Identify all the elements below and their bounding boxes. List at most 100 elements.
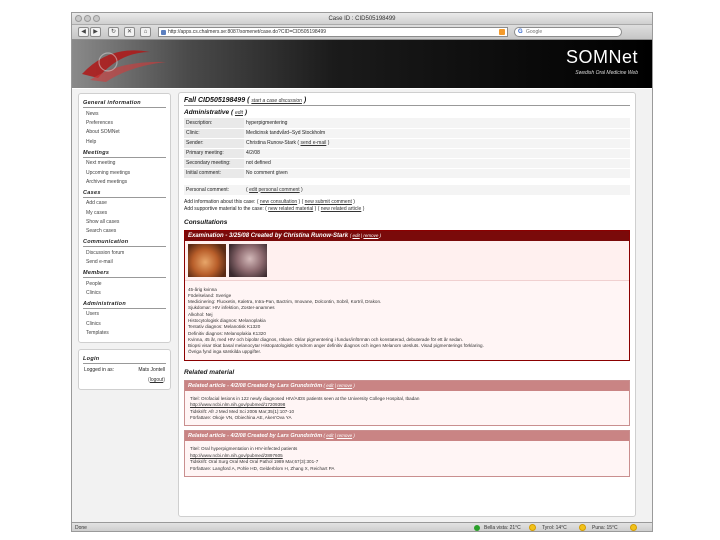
status-bar: Done Bella vista: 21°C Tyrol: 14°C Puna:…: [72, 522, 652, 531]
weather-item: Bella vista: 21°C: [484, 525, 521, 531]
rss-icon[interactable]: [499, 29, 505, 35]
personal-comment-row: Personal comment: ( edit personal commen…: [184, 184, 630, 195]
logged-in-label: Logged in as:: [84, 366, 115, 373]
administrative-table: Description: hyperpigmentering Clinic: Medi…: [184, 118, 630, 179]
article-info-line: Författare: Langford A, Pohle HD, Gelder…: [190, 465, 335, 471]
sidebar-link[interactable]: Next meeting: [83, 159, 166, 168]
browser-window: Case ID : CID505198499 ◀ ▶ ↻ ✕ ⌂ G SOMNe…: [71, 12, 653, 532]
remove-examination-link[interactable]: remove: [363, 233, 378, 238]
somnet-logo-swoosh: [82, 50, 166, 82]
examination-photos: [185, 240, 629, 281]
new-related-article-link[interactable]: new related article: [321, 206, 362, 212]
sidebar-link[interactable]: Upcoming meetings: [83, 168, 166, 177]
related-article: Related article - 4/2/08 Created by Lars…: [184, 430, 630, 478]
sidebar-link[interactable]: Discussion forum: [83, 248, 166, 257]
weather-item: Puna: 15°C: [592, 525, 618, 531]
sidebar-link[interactable]: Show all cases: [83, 217, 166, 226]
field-label: Secondary meeting:: [184, 158, 244, 169]
search-input[interactable]: [526, 28, 616, 36]
sidebar-link[interactable]: Users: [83, 310, 166, 319]
field-value-text: 4/2/08: [246, 150, 260, 156]
connection-status-icon: [474, 525, 480, 531]
new-submit-comment-link[interactable]: new submit comment: [305, 199, 352, 205]
remove-article-link[interactable]: remove: [337, 433, 352, 438]
sidebar-link[interactable]: Search cases: [83, 227, 166, 236]
clinical-photo-thumbnail[interactable]: [188, 243, 226, 277]
sidebar-link[interactable]: News: [83, 109, 166, 118]
sidebar-link[interactable]: About SOMNet: [83, 128, 166, 137]
new-related-material-link[interactable]: new related material: [268, 206, 313, 212]
sidebar-link[interactable]: Add case: [83, 199, 166, 208]
edit-article-link[interactable]: edit: [326, 383, 333, 388]
sidebar-link[interactable]: Templates: [83, 328, 166, 337]
site-brand: SOMNet: [565, 47, 638, 67]
main-content: Fall CID505198499 ( start a case discuss…: [178, 92, 636, 517]
field-value: Medicinsk tandvård–Syd Stockholm: [244, 128, 630, 139]
sidebar-link[interactable]: Archived meetings: [83, 177, 166, 186]
forward-button[interactable]: ▶: [90, 27, 101, 37]
logout-link[interactable]: logout: [150, 377, 164, 383]
stop-button[interactable]: ✕: [124, 27, 135, 37]
related-article-header: Related article - 4/2/08 Created by Lars…: [185, 431, 629, 442]
login-box: Login Logged in as: Mats Jontell (logout…: [78, 348, 171, 390]
examination-text-line: Övriga fynd inga särskilda uppgifter.: [188, 349, 262, 355]
edit-administrative-link[interactable]: edit: [235, 110, 243, 116]
logged-in-row: Logged in as: Mats Jontell: [83, 365, 166, 375]
sun-icon: [579, 524, 586, 531]
table-row: Sender: Christina Runow-Stark ( send e-ma…: [184, 138, 630, 149]
edit-personal-comment-link[interactable]: edit personal comment: [249, 187, 300, 193]
table-row: Primary meeting: 4/2/08: [184, 148, 630, 159]
examination-header: Examination - 3/25/08 Created by Christi…: [185, 230, 629, 241]
examination-text: 45-årig kvinna Födelseland: Sverige Medici…: [185, 280, 629, 360]
field-label: Sender:: [184, 138, 244, 149]
sidebar-link[interactable]: My cases: [83, 208, 166, 217]
field-value: hyperpigmentering: [244, 118, 630, 129]
field-label: Description:: [184, 118, 244, 129]
window-title: Case ID : CID505198499: [328, 16, 396, 22]
sidebar-section-title: Cases: [83, 189, 166, 198]
back-button[interactable]: ◀: [78, 27, 89, 37]
sun-icon: [630, 524, 637, 531]
search-box: G: [514, 27, 622, 37]
sidebar: General information News Preferences About …: [78, 93, 171, 396]
field-value: No comment given: [244, 168, 630, 179]
edit-article-link[interactable]: edit: [326, 433, 333, 438]
personal-comment-label: Personal comment:: [186, 186, 230, 193]
field-value-text: Medicinsk tandvård–Syd Stockholm: [246, 130, 326, 136]
sidebar-link[interactable]: Clinics: [83, 288, 166, 297]
new-consultation-link[interactable]: new consultation: [260, 199, 297, 205]
login-title: Login: [83, 355, 166, 364]
reload-button[interactable]: ↻: [108, 27, 119, 37]
related-articles-list: Related article - 4/2/08 Created by Lars…: [184, 379, 630, 478]
add-info-block: Add information about this case: ( new c…: [184, 199, 630, 213]
sidebar-section-title: Administration: [83, 300, 166, 309]
sidebar-section-title: General information: [83, 99, 166, 108]
table-row: Description: hyperpigmentering: [184, 118, 630, 129]
url-input[interactable]: [168, 28, 498, 36]
status-text: Done: [75, 525, 87, 531]
home-button[interactable]: ⌂: [140, 27, 151, 37]
table-row: Secondary meeting: not defined: [184, 158, 630, 169]
examination-block: Examination - 3/25/08 Created by Christi…: [184, 229, 630, 361]
start-discussion-link[interactable]: start a case discussion: [251, 98, 302, 104]
send-email-link[interactable]: send e-mail: [300, 140, 326, 146]
field-label: Initial comment:: [184, 168, 244, 179]
related-article-header: Related article - 4/2/08 Created by Lars…: [185, 380, 629, 391]
favicon-icon: [161, 30, 166, 35]
edit-examination-link[interactable]: edit: [352, 233, 359, 238]
site-header: SOMNet Swedish Oral Medicine Web: [72, 40, 652, 88]
sidebar-link[interactable]: Preferences: [83, 118, 166, 127]
remove-article-link[interactable]: remove: [337, 383, 352, 388]
field-label: Primary meeting:: [184, 148, 244, 159]
site-tagline: Swedish Oral Medicine Web: [575, 70, 638, 76]
logout-row: (logout): [148, 376, 165, 383]
sidebar-link[interactable]: Send e-mail: [83, 258, 166, 267]
field-label: Clinic:: [184, 128, 244, 139]
sidebar-link[interactable]: People: [83, 279, 166, 288]
clinical-photo-thumbnail[interactable]: [229, 243, 267, 277]
related-article: Related article - 4/2/08 Created by Lars…: [184, 379, 630, 427]
sidebar-link[interactable]: Clinics: [83, 319, 166, 328]
sidebar-link[interactable]: Help: [83, 137, 166, 146]
page-body: General information News Preferences About …: [72, 89, 652, 522]
add-material-line: Add supportive material to the case: ( n…: [184, 205, 365, 212]
